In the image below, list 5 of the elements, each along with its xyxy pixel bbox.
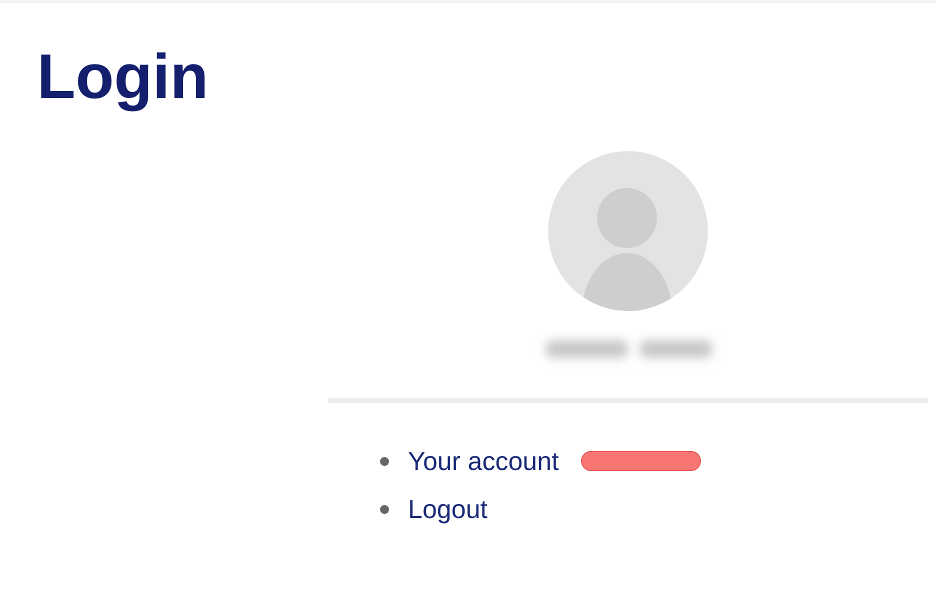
bullet-icon <box>380 504 389 514</box>
menu-link[interactable]: Your account <box>408 446 559 476</box>
bullet-icon <box>380 456 389 466</box>
page-title: Login <box>37 41 210 113</box>
menu-link[interactable]: Logout <box>408 494 488 524</box>
